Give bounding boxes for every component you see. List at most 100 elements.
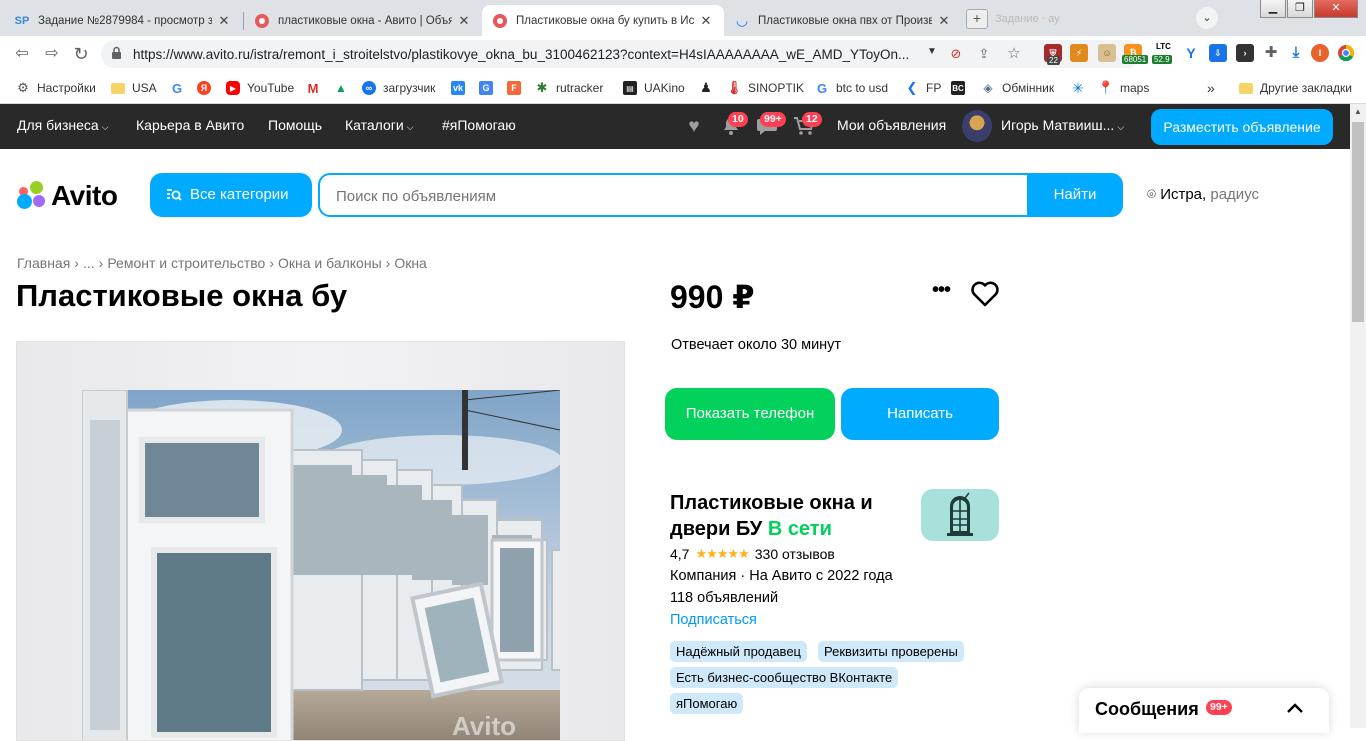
bookmark-drive[interactable]: ▲ <box>334 79 355 97</box>
bookmark-rutracker[interactable]: ✱ rutracker <box>535 79 604 97</box>
seller-rating[interactable]: 4,7 ★★★★★ 330 отзывов <box>670 546 835 562</box>
avito-logo[interactable]: Avito <box>17 180 118 212</box>
bookmark-sinoptik[interactable]: 🌡 SINOPTIK <box>726 79 805 97</box>
bookmark-downloader[interactable]: ∞ загрузчик <box>362 79 435 97</box>
tab-close-icon[interactable]: ✕ <box>456 13 472 29</box>
back-arrow-icon[interactable]: ⇦ <box>11 43 33 65</box>
bookmark-google[interactable]: G <box>170 79 191 97</box>
nav-career[interactable]: Карьера в Авито <box>136 117 244 133</box>
scrollbar-thumb[interactable] <box>1352 122 1364 322</box>
folder-icon <box>111 82 125 94</box>
breadcrumb-item[interactable]: Ремонт и строительство <box>107 255 265 271</box>
nav-catalogs[interactable]: Каталоги ⌵ <box>345 117 414 133</box>
bookmark-f[interactable]: F <box>507 79 528 97</box>
subscribe-link[interactable]: Подписаться <box>670 612 757 628</box>
badge-reliable-seller[interactable]: Надёжный продавец <box>670 641 807 662</box>
listing-photo[interactable]: Avito <box>82 390 560 740</box>
vpn-v-extension-icon[interactable]: Y <box>1182 44 1200 62</box>
maximize-button[interactable]: ❐ <box>1287 0 1313 18</box>
bookmark-btc-to-usd[interactable]: Gbtc to usd <box>815 79 888 97</box>
breadcrumb-item[interactable]: ... <box>83 255 95 271</box>
bookmark-vk[interactable]: vk <box>451 79 472 97</box>
badge-vk-community[interactable]: Есть бизнес-сообщество ВКонтакте <box>670 667 899 688</box>
breadcrumb-item[interactable]: Окна и балконы <box>278 255 382 271</box>
bookmark-other-folder[interactable]: Другие закладки <box>1239 79 1352 97</box>
add-to-favorites-heart-icon[interactable] <box>970 280 1000 308</box>
tab-avito-listing[interactable]: Пластиковые окна бу купить в Ис ✕ <box>482 5 724 36</box>
minimize-button[interactable]: ▁ <box>1260 0 1286 18</box>
extensions-puzzle-icon[interactable]: ✚ <box>1262 44 1280 62</box>
profile-avatar[interactable]: I <box>1311 44 1329 62</box>
bookmark-settings[interactable]: ⚙ Настройки <box>16 79 96 97</box>
bookmark-label: SINOPTIK <box>748 81 805 95</box>
search-input[interactable] <box>336 185 1016 207</box>
show-phone-button[interactable]: Показать телефон <box>665 388 835 440</box>
bookmark-star-icon[interactable]: ☆ <box>1005 45 1023 63</box>
chevron-down-icon: ⌵ <box>101 122 109 132</box>
tab-close-icon[interactable]: ✕ <box>936 13 952 29</box>
bookmark-exchanger[interactable]: ◈ Обмінник <box>981 79 1054 97</box>
bookmark-yandex[interactable]: Я <box>197 79 218 97</box>
messages-panel[interactable]: Сообщения 99+ <box>1079 688 1329 733</box>
page-scrollbar[interactable]: ▲ <box>1350 104 1366 728</box>
forward-arrow-icon[interactable]: ⇨ <box>41 43 63 65</box>
share-icon[interactable]: ⇪ <box>975 45 993 63</box>
tab-search-chevron-icon[interactable]: ⌄ <box>1196 7 1218 29</box>
photo-gallery[interactable]: Avito <box>16 341 625 741</box>
bookmark-bc[interactable]: BC <box>951 79 972 97</box>
blocked-popup-icon[interactable]: ⊘ <box>947 45 965 63</box>
user-avatar[interactable] <box>962 110 992 142</box>
all-categories-button[interactable]: Все категории <box>150 173 312 217</box>
nav-for-business[interactable]: Для бизнеса ⌵ <box>17 117 109 133</box>
omnibox-dropdown-icon[interactable]: ▼ <box>927 46 937 57</box>
bookmark-maps[interactable]: 📍 maps <box>1098 79 1149 97</box>
bookmark-uakino[interactable]: ▤ UAKino <box>623 79 685 97</box>
search-box: Найти <box>318 173 1123 217</box>
terminal-extension-icon[interactable]: › <box>1236 44 1254 62</box>
post-ad-button[interactable]: Разместить объявление <box>1151 109 1333 145</box>
listing-title: Пластиковые окна бу <box>16 278 348 313</box>
bookmark-youtube[interactable]: ▶ YouTube <box>226 79 294 97</box>
tab-close-icon[interactable]: ✕ <box>698 13 714 29</box>
seller-logo[interactable] <box>921 489 999 541</box>
tab-task[interactable]: SP Задание №2879984 - просмотр з ✕ <box>4 5 242 36</box>
tab-close-icon[interactable]: ✕ <box>216 13 232 29</box>
bookmark-fp[interactable]: ❮ FP <box>905 79 942 97</box>
download-helper-icon[interactable]: ⇩ <box>1209 44 1227 62</box>
address-bar[interactable]: https://www.avito.ru/istra/remont_i_stro… <box>101 40 1141 68</box>
bookmark-gmail[interactable]: M <box>306 79 327 97</box>
chrome-update-icon[interactable] <box>1337 44 1355 62</box>
bookmark-person[interactable]: ♟ <box>699 79 720 97</box>
write-message-button[interactable]: Написать <box>841 388 999 440</box>
location-selector[interactable]: ⌾ Истра, радиус <box>1147 186 1259 203</box>
badge-verified-details[interactable]: Реквизиты проверены <box>818 641 964 662</box>
more-options-icon[interactable]: ••• <box>928 280 954 304</box>
seller-name[interactable]: Пластиковые окна и двери БУ В сети <box>670 490 910 542</box>
chevron-up-icon[interactable] <box>1285 698 1305 718</box>
find-button[interactable]: Найти <box>1027 173 1123 217</box>
bookmark-walmart[interactable]: ✳ <box>1071 79 1092 97</box>
honey-extension-icon[interactable]: ☺ <box>1098 44 1116 62</box>
brave-extension-icon[interactable]: ⚡ <box>1070 44 1088 62</box>
user-menu[interactable]: Игорь Матвииш... ⌵ <box>1001 117 1124 133</box>
new-tab-button[interactable]: + <box>966 9 988 29</box>
bookmark-folder-usa[interactable]: USA <box>111 79 157 97</box>
badge-ya-pomogayu[interactable]: яПомогаю <box>670 693 744 714</box>
seller-ads-count[interactable]: 118 объявлений <box>670 590 778 606</box>
breadcrumb-item[interactable]: Окна <box>394 255 427 271</box>
tab-windows-pvc[interactable]: ◡ Пластиковые окна пвх от Произв ✕ <box>724 5 962 36</box>
map-pin-icon: ⌾ <box>1147 186 1157 203</box>
downloads-icon[interactable]: ⤓ <box>1287 44 1305 62</box>
window-close-button[interactable]: ✕ <box>1314 0 1358 18</box>
reload-icon[interactable]: ↻ <box>70 43 92 65</box>
tab-avito-search[interactable]: пластиковые окна - Авито | Объя ✕ <box>244 5 482 36</box>
breadcrumb-item[interactable]: Главная <box>17 255 70 271</box>
scroll-up-arrow-icon[interactable]: ▲ <box>1350 104 1366 120</box>
bookmarks-bar: ⚙ Настройки USA G Я ▶ YouTube M ▲ ∞ загрузч… <box>0 72 1366 104</box>
my-ads-link[interactable]: Мои объявления <box>837 117 946 133</box>
nav-ya-pomogayu[interactable]: #яПомогаю <box>442 117 516 133</box>
favorites-heart-icon[interactable]: ♥ <box>683 116 705 138</box>
bookmark-translate[interactable]: G <box>479 79 500 97</box>
nav-help[interactable]: Помощь <box>268 117 322 133</box>
bookmarks-overflow[interactable]: » <box>1207 79 1215 97</box>
